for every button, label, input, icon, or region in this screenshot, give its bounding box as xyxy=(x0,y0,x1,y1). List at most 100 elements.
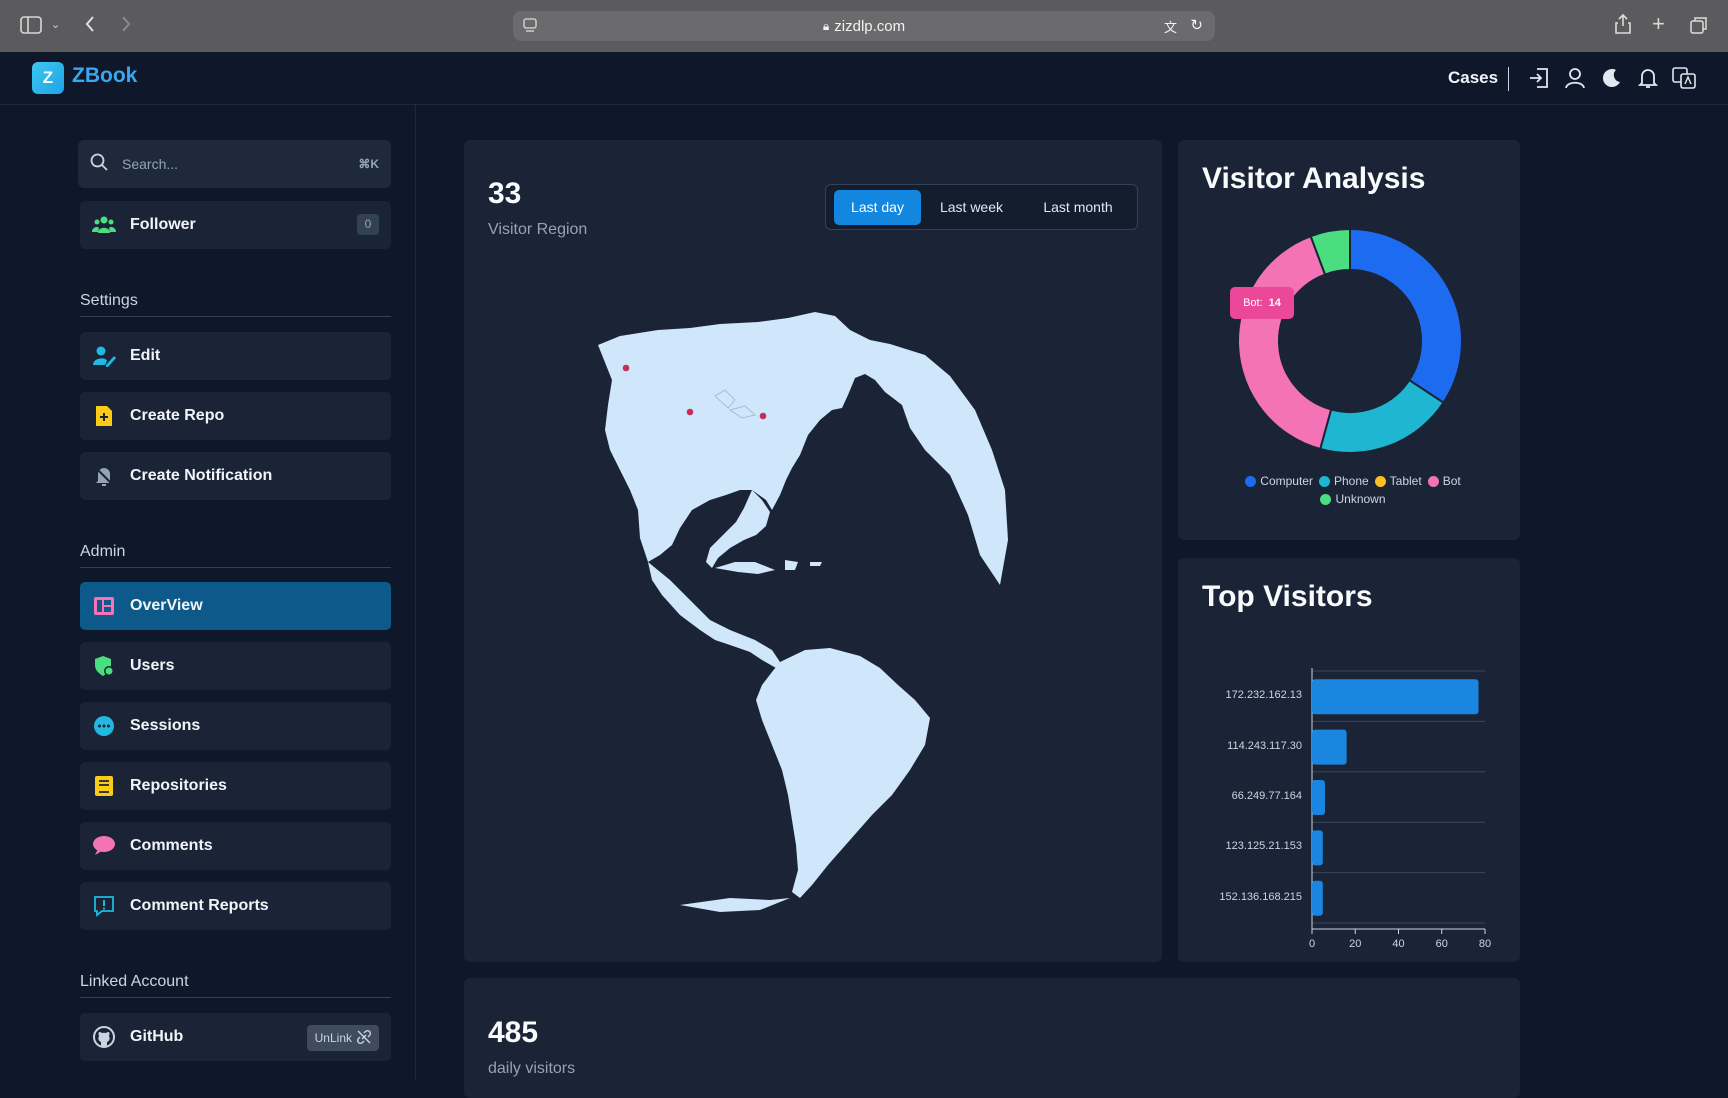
logo-icon[interactable]: Z xyxy=(32,62,64,94)
search-input[interactable]: Search... ⌘K xyxy=(78,140,391,188)
legend-item-bot[interactable]: Bot xyxy=(1427,474,1461,488)
bar-category-label: 172.232.162.13 xyxy=(1225,689,1302,702)
sidebar-item-create-notification[interactable]: Create Notification xyxy=(80,452,391,500)
sidebar-item-label: GitHub xyxy=(130,1028,184,1045)
sidebar-item-overview[interactable]: OverView xyxy=(80,582,391,630)
visitor-analysis-title: Visitor Analysis xyxy=(1202,162,1426,195)
sidebar-item-repositories[interactable]: Repositories xyxy=(80,762,391,810)
sidebar: Search... ⌘K Follower 0 Settings Edit Cr… xyxy=(0,105,416,1080)
unlink-label: UnLink xyxy=(314,1031,352,1045)
legend-swatch xyxy=(1374,475,1386,487)
sidebar-item-label: Repositories xyxy=(130,777,227,794)
bar-category-label: 123.125.21.153 xyxy=(1225,840,1302,853)
sidebar-item-create-repo[interactable]: Create Repo xyxy=(80,392,391,440)
page-menu-icon[interactable] xyxy=(523,18,537,36)
range-last-month-button[interactable]: Last month xyxy=(1024,190,1132,225)
region-marker[interactable] xyxy=(622,364,630,372)
tooltip-value: 14 xyxy=(1268,297,1281,309)
book-icon xyxy=(92,774,116,798)
sidebar-item-follower[interactable]: Follower 0 xyxy=(80,201,391,249)
user-icon[interactable] xyxy=(1564,66,1586,90)
sidebar-toggle-icon[interactable] xyxy=(20,16,42,38)
new-tab-icon[interactable]: + xyxy=(1652,13,1665,35)
share-icon[interactable] xyxy=(1615,13,1631,38)
moon-icon[interactable] xyxy=(1601,66,1623,90)
bell-slash-icon xyxy=(92,464,116,488)
shield-user-icon xyxy=(92,654,116,678)
legend-item-tablet[interactable]: Tablet xyxy=(1374,474,1422,488)
bell-icon[interactable] xyxy=(1637,66,1659,90)
back-icon[interactable] xyxy=(84,14,96,38)
linked-account-section-title: Linked Account xyxy=(80,973,391,998)
chart-tooltip: Bot: 14 xyxy=(1230,287,1294,319)
legend-swatch xyxy=(1245,475,1257,487)
sidebar-item-edit[interactable]: Edit xyxy=(80,332,391,380)
tooltip-label: Bot: xyxy=(1243,297,1263,309)
unlink-button[interactable]: UnLink xyxy=(306,1025,379,1051)
world-globe-map[interactable] xyxy=(530,300,1130,920)
sidebar-item-users[interactable]: Users xyxy=(80,642,391,690)
sidebar-item-label: Create Notification xyxy=(130,467,273,484)
donut-slice-bot[interactable] xyxy=(1237,234,1333,451)
app-name[interactable]: ZBook xyxy=(72,64,137,88)
forward-icon[interactable] xyxy=(120,14,132,38)
logout-icon[interactable] xyxy=(1528,66,1550,90)
url-text: zizdlp.com xyxy=(834,17,906,35)
settings-section-title: Settings xyxy=(80,292,391,317)
sidebar-item-comments[interactable]: Comments xyxy=(80,822,391,870)
sidebar-item-label: Users xyxy=(130,657,175,674)
address-bar[interactable]: 🔒︎ zizdlp.com 文 ↻ xyxy=(513,11,1215,41)
follower-count-badge: 0 xyxy=(357,214,379,235)
legend-swatch xyxy=(1320,493,1332,505)
legend-item-unknown[interactable]: Unknown xyxy=(1320,492,1386,506)
translate-icon[interactable]: 文 xyxy=(1164,17,1177,36)
sidebar-item-label: OverView xyxy=(130,597,203,614)
legend-swatch xyxy=(1318,475,1330,487)
bar-66.249.77.164[interactable] xyxy=(1312,780,1325,815)
legend-label: Tablet xyxy=(1389,474,1422,488)
bar-152.136.168.215[interactable] xyxy=(1312,880,1323,916)
comment-icon xyxy=(92,834,116,858)
sidebar-item-label: Sessions xyxy=(130,717,201,734)
browser-toolbar: ⌄ 🔒︎ zizdlp.com 文 ↻ + xyxy=(0,0,1728,52)
legend-label: Computer xyxy=(1260,474,1313,488)
legend-label: Phone xyxy=(1333,474,1369,488)
language-icon[interactable] xyxy=(1672,66,1696,90)
legend-label: Bot xyxy=(1442,474,1461,488)
x-tick-label: 0 xyxy=(1308,938,1316,950)
range-last-week-button[interactable]: Last week xyxy=(926,190,1017,225)
legend-label: Unknown xyxy=(1335,492,1386,506)
search-shortcut: ⌘K xyxy=(358,157,379,171)
bar-172.232.162.13[interactable] xyxy=(1312,679,1479,715)
reload-icon[interactable]: ↻ xyxy=(1190,16,1203,34)
sidebar-item-sessions[interactable]: Sessions xyxy=(80,702,391,750)
user-edit-icon xyxy=(92,344,116,368)
app-header: Z ZBook Cases xyxy=(0,52,1728,105)
report-icon xyxy=(92,894,116,918)
donut-slice-computer[interactable] xyxy=(1349,228,1463,405)
bar-123.125.21.153[interactable] xyxy=(1312,830,1323,866)
range-last-day-button[interactable]: Last day xyxy=(834,190,921,225)
donut-slice-phone[interactable] xyxy=(1318,378,1445,454)
legend-item-phone[interactable]: Phone xyxy=(1318,474,1369,488)
daily-visitor-label: daily visitors xyxy=(488,1060,576,1077)
x-tick-label: 20 xyxy=(1349,938,1362,950)
tabs-overview-icon[interactable] xyxy=(1690,16,1708,38)
x-tick-label: 40 xyxy=(1392,938,1405,950)
legend-item-computer[interactable]: Computer xyxy=(1245,474,1313,488)
chevron-down-icon[interactable]: ⌄ xyxy=(51,15,60,35)
sidebar-item-github[interactable]: GitHub UnLink xyxy=(80,1013,391,1061)
visitor-donut-chart[interactable] xyxy=(1237,228,1463,454)
region-marker[interactable] xyxy=(759,412,767,420)
dashboard-icon xyxy=(92,594,116,618)
legend-swatch xyxy=(1427,475,1439,487)
chat-dots-icon xyxy=(92,714,116,738)
region-count: 33 xyxy=(488,177,522,210)
bar-category-label: 152.136.168.215 xyxy=(1219,890,1302,903)
github-icon xyxy=(92,1025,116,1049)
region-marker[interactable] xyxy=(686,408,694,416)
cases-link[interactable]: Cases xyxy=(1448,67,1510,91)
sidebar-item-label: Comments xyxy=(130,837,213,854)
sidebar-item-comment-reports[interactable]: Comment Reports xyxy=(80,882,391,930)
bar-114.243.117.30[interactable] xyxy=(1312,729,1347,765)
